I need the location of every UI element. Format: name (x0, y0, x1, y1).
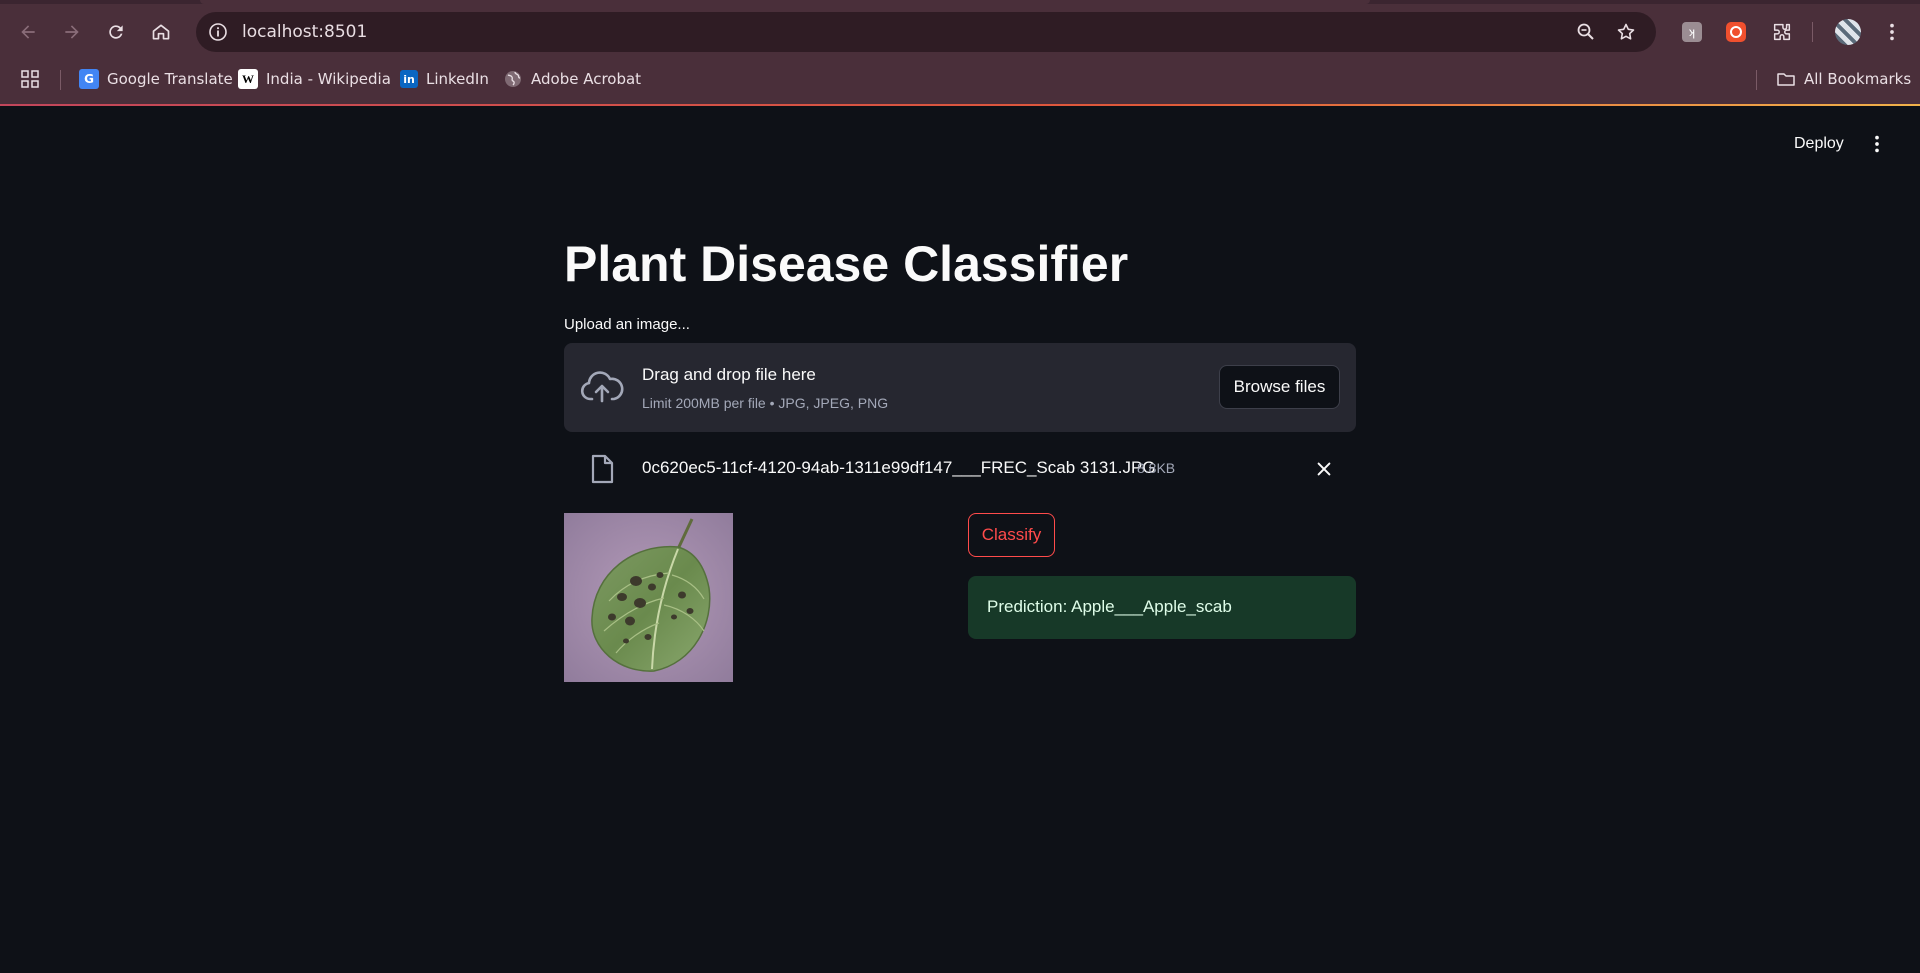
vertical-dots-icon (1875, 135, 1879, 153)
bookmark-label: India - Wikipedia (266, 70, 391, 88)
apps-grid-icon (21, 70, 39, 88)
all-bookmarks-label: All Bookmarks (1804, 70, 1912, 88)
bookmark-adobe-acrobat[interactable]: Adobe Acrobat (503, 64, 641, 94)
theme-accent-line (0, 104, 1920, 106)
classify-button[interactable]: Classify (968, 513, 1055, 557)
site-info-icon[interactable] (208, 22, 228, 42)
bookmark-star-icon[interactable] (1616, 22, 1636, 42)
apps-shortcut[interactable] (20, 64, 40, 94)
app-main-menu-button[interactable] (1862, 130, 1892, 158)
forward-button[interactable] (54, 14, 90, 50)
linkedin-icon: in (400, 70, 418, 88)
remove-file-button[interactable] (1311, 456, 1337, 482)
page-title: Plant Disease Classifier (564, 236, 1129, 292)
globe-icon (505, 71, 521, 87)
deploy-button[interactable]: Deploy (1782, 130, 1856, 158)
uploader-label: Upload an image... (564, 316, 690, 333)
back-arrow-icon (21, 25, 35, 39)
uploaded-file-size: 8.8KB (1137, 460, 1176, 476)
close-icon (1317, 462, 1331, 476)
wikipedia-icon: W (238, 69, 258, 89)
dropzone-limits: Limit 200MB per file • JPG, JPEG, PNG (642, 395, 889, 411)
prediction-text: Prediction: Apple___Apple_scab (987, 597, 1232, 616)
uploaded-file-item: 0c620ec5-11cf-4120-94ab-1311e99df147___F… (564, 448, 1356, 488)
profile-avatar[interactable] (1834, 18, 1862, 46)
home-button[interactable] (143, 14, 179, 50)
prediction-alert: Prediction: Apple___Apple_scab (968, 576, 1356, 639)
bookmark-label: LinkedIn (426, 70, 489, 88)
bookmark-google-translate[interactable]: G Google Translate (79, 64, 233, 94)
record-glyph (1726, 22, 1746, 42)
bookmark-label: Google Translate (107, 70, 233, 88)
file-dropzone[interactable]: Drag and drop file here Limit 200MB per … (564, 343, 1356, 432)
back-button[interactable] (10, 14, 46, 50)
avatar-image (1835, 19, 1861, 45)
file-icon (591, 454, 614, 484)
google-translate-icon: G (79, 69, 99, 89)
home-icon (152, 24, 170, 40)
leaf-image (564, 513, 733, 682)
browser-menu-button[interactable] (1880, 20, 1904, 44)
folder-icon (1777, 73, 1795, 86)
dropzone-title: Drag and drop file here (642, 365, 816, 384)
extension-glyph: ʞ (1682, 22, 1702, 42)
reload-icon (109, 25, 123, 39)
uploaded-leaf-image (564, 513, 733, 682)
address-bar[interactable]: localhost:8501 (196, 12, 1656, 52)
puzzle-icon (1773, 23, 1791, 41)
bookmark-wikipedia[interactable]: W India - Wikipedia (238, 64, 391, 94)
record-extension-icon[interactable] (1724, 20, 1748, 44)
url-text[interactable]: localhost:8501 (242, 22, 367, 42)
uploaded-file-name: 0c620ec5-11cf-4120-94ab-1311e99df147___F… (642, 458, 1156, 477)
browser-toolbar: localhost:8501 ʞ G Google Translate W In… (0, 0, 1920, 105)
bookmark-label: Adobe Acrobat (531, 70, 642, 88)
zoom-icon[interactable] (1576, 22, 1596, 42)
bookmark-linkedin[interactable]: in LinkedIn (400, 64, 489, 94)
browse-files-button[interactable]: Browse files (1219, 365, 1340, 409)
reload-button[interactable] (98, 14, 134, 50)
vertical-dots-icon (1890, 23, 1894, 41)
active-tab[interactable] (200, 0, 1370, 4)
extension-icon[interactable]: ʞ (1680, 20, 1704, 44)
cloud-upload-icon (580, 371, 624, 403)
all-bookmarks-folder[interactable]: All Bookmarks (1776, 64, 1911, 94)
extensions-puzzle-icon[interactable] (1770, 20, 1794, 44)
bookmarks-bar: G Google Translate W India - Wikipedia i… (0, 64, 1920, 94)
tab-strip (0, 0, 1920, 4)
forward-arrow-icon (65, 25, 79, 39)
